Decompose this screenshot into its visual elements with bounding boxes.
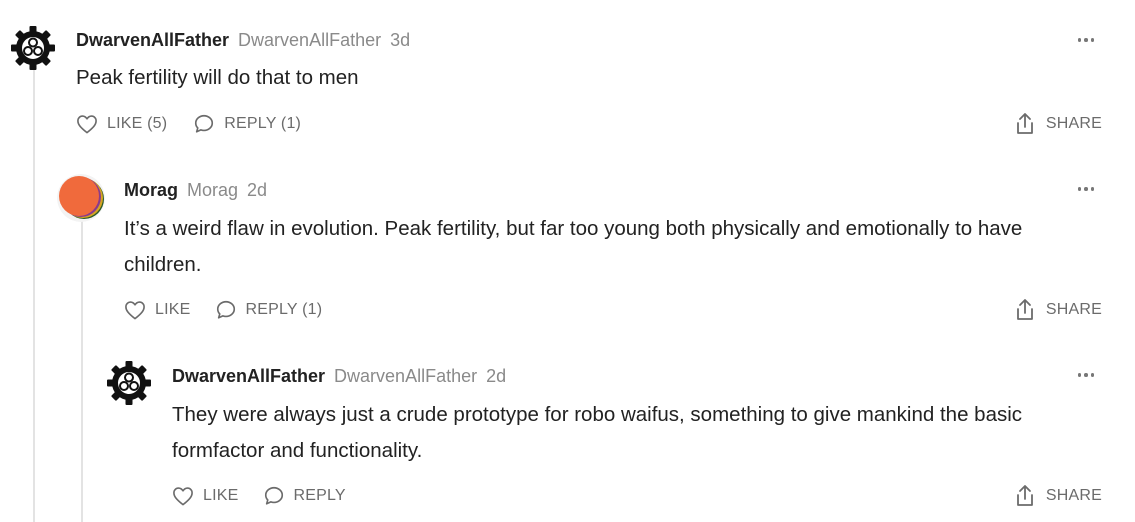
dot-icon bbox=[1090, 373, 1095, 377]
comment-header: DwarvenAllFather DwarvenAllFather 2d bbox=[172, 363, 506, 389]
share-icon bbox=[1016, 485, 1033, 506]
dot-icon bbox=[1084, 373, 1088, 377]
more-options-button[interactable] bbox=[1073, 365, 1099, 385]
share-label: SHARE bbox=[1045, 487, 1102, 504]
reply-label: REPLY bbox=[293, 487, 346, 504]
speech-bubble-icon bbox=[264, 486, 283, 505]
dot-icon bbox=[1077, 373, 1082, 377]
comment-text: They were always just a crude prototype … bbox=[172, 403, 1023, 462]
avatar[interactable] bbox=[105, 359, 153, 407]
like-button[interactable]: LIKE bbox=[172, 486, 239, 506]
gear-icon bbox=[107, 361, 151, 405]
heart-icon bbox=[173, 487, 193, 506]
comment: DwarvenAllFather DwarvenAllFather 2d The… bbox=[0, 0, 1135, 522]
like-label: LIKE bbox=[203, 487, 239, 504]
share-button[interactable]: SHARE bbox=[1014, 483, 1102, 509]
reply-button[interactable]: REPLY bbox=[263, 485, 346, 507]
author-name[interactable]: DwarvenAllFather bbox=[172, 366, 325, 387]
author-handle[interactable]: DwarvenAllFather bbox=[334, 366, 477, 387]
timestamp[interactable]: 2d bbox=[486, 366, 506, 387]
comment-actions: LIKE REPLY bbox=[172, 483, 346, 509]
